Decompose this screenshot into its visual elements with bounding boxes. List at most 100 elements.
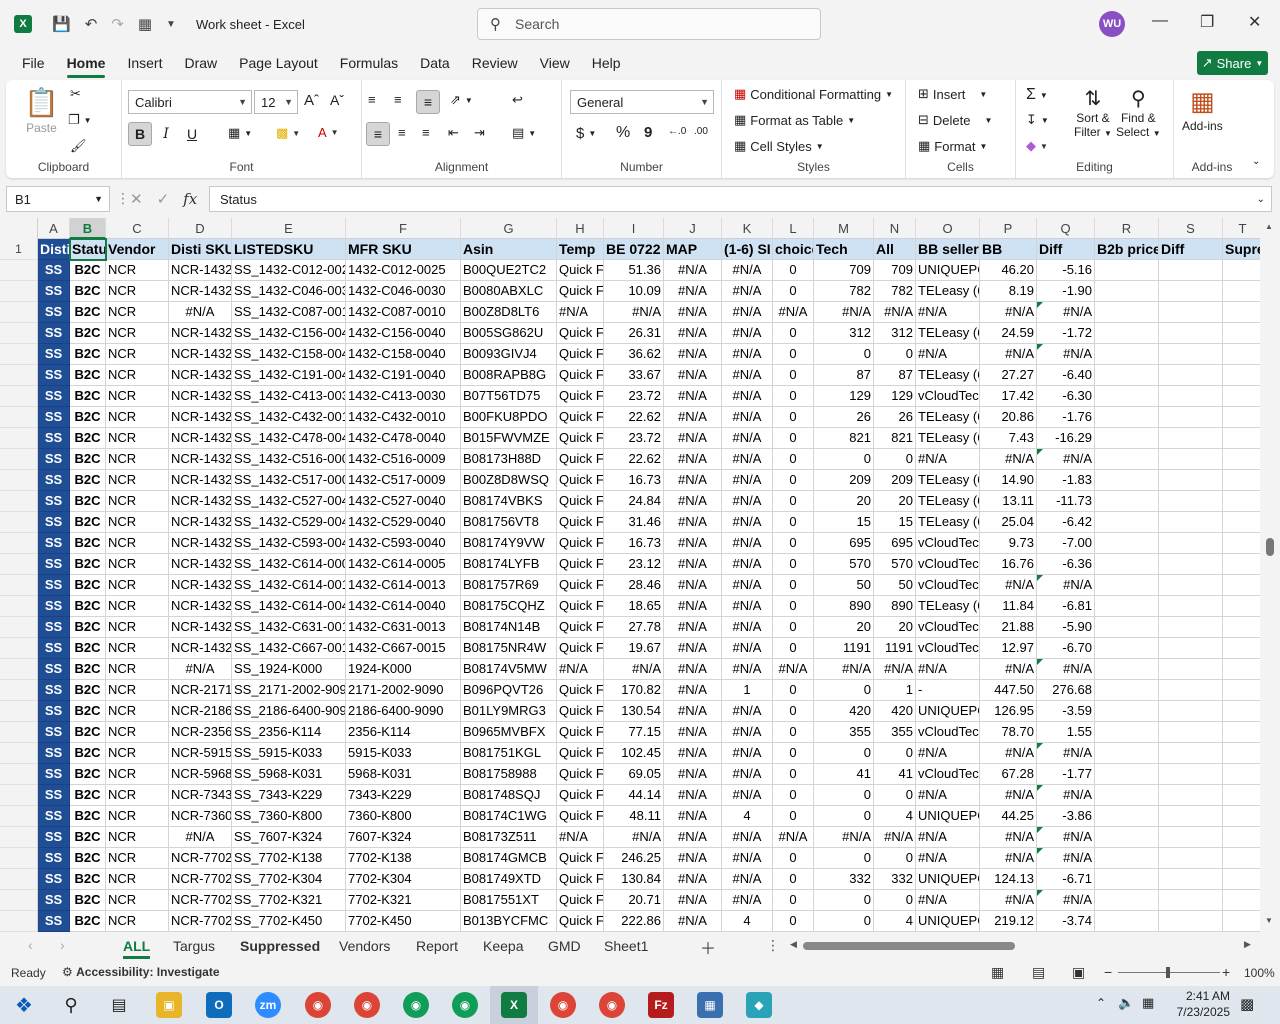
table-cell[interactable]: Quick F	[557, 848, 604, 869]
table-cell[interactable]	[1095, 785, 1159, 806]
undo-icon[interactable]: ↶	[85, 15, 98, 33]
table-cell[interactable]	[1095, 302, 1159, 323]
table-cell[interactable]: 41	[814, 764, 874, 785]
table-cell[interactable]: B2C	[70, 869, 106, 890]
add-sheet-icon[interactable]: ＋	[700, 935, 716, 959]
table-cell[interactable]: 7702-K138	[346, 848, 461, 869]
table-cell[interactable]: Quick F	[557, 449, 604, 470]
table-cell[interactable]: 0	[773, 491, 814, 512]
table-cell[interactable]: 1191	[874, 638, 916, 659]
table-cell[interactable]	[1095, 827, 1159, 848]
table-cell[interactable]: 2186-6400-9090	[346, 701, 461, 722]
table-cell[interactable]: -16.29	[1037, 428, 1095, 449]
table-cell[interactable]: 0	[773, 554, 814, 575]
addins-button[interactable]: ▦ Add-ins	[1182, 86, 1223, 133]
table-cell[interactable]: NCR-1432	[169, 407, 232, 428]
table-cell[interactable]: 1432-C478-0040	[346, 428, 461, 449]
comma-style-button[interactable]: 9	[644, 124, 652, 141]
row-header[interactable]	[0, 365, 38, 386]
table-cell[interactable]: -3.74	[1037, 911, 1095, 932]
avatar[interactable]: WU	[1099, 11, 1125, 37]
table-cell[interactable]: NCR-1432	[169, 323, 232, 344]
table-cell[interactable]: #N/A	[664, 386, 722, 407]
table-cell[interactable]: 209	[814, 470, 874, 491]
table-cell[interactable]: SS_1924-K000	[232, 659, 346, 680]
table-cell[interactable]: Quick F	[557, 722, 604, 743]
table-cell[interactable]: #N/A	[557, 659, 604, 680]
table-cell[interactable]: #N/A	[980, 785, 1037, 806]
table-cell[interactable]: #N/A	[722, 470, 773, 491]
merge-center-icon[interactable]: ▤ ▼	[512, 125, 536, 141]
table-cell[interactable]: SS	[38, 617, 70, 638]
table-cell[interactable]: #N/A	[664, 554, 722, 575]
table-cell[interactable]: Quick F	[557, 344, 604, 365]
row-header[interactable]	[0, 470, 38, 491]
table-cell[interactable]: 23.12	[604, 554, 664, 575]
table-cell[interactable]	[1223, 491, 1263, 512]
table-cell[interactable]: 16.73	[604, 533, 664, 554]
table-cell[interactable]: SS	[38, 806, 70, 827]
table-cell[interactable]	[1095, 869, 1159, 890]
table-cell[interactable]: SS_1432-C529-0040	[232, 512, 346, 533]
table-cell[interactable]: 0	[874, 449, 916, 470]
table-cell[interactable]: SS_1432-C046-0030	[232, 281, 346, 302]
scroll-right-icon[interactable]: ▶	[1244, 939, 1251, 950]
number-format-select[interactable]: General ▼	[570, 90, 714, 114]
table-cell[interactable]: TELeasy (6	[916, 281, 980, 302]
zoom-slider-thumb[interactable]	[1166, 967, 1170, 978]
table-cell[interactable]	[1159, 869, 1223, 890]
table-cell[interactable]: SS	[38, 659, 70, 680]
table-cell[interactable]: B2C	[70, 659, 106, 680]
table-cell[interactable]: 355	[874, 722, 916, 743]
table-cell[interactable]: 2356-K114	[346, 722, 461, 743]
column-header-p[interactable]: P	[980, 218, 1037, 239]
table-cell[interactable]: 33.67	[604, 365, 664, 386]
insert-function-button[interactable]: fx	[183, 190, 197, 208]
table-cell[interactable]: #N/A	[664, 302, 722, 323]
header-cell[interactable]: All	[874, 239, 916, 260]
sheet-tab-all[interactable]: ALL	[123, 935, 151, 959]
borders-icon[interactable]: ▦ ▼	[228, 125, 252, 141]
table-cell[interactable]: SS	[38, 407, 70, 428]
table-cell[interactable]: 0	[773, 890, 814, 911]
wrap-text-icon[interactable]: ↩	[512, 92, 523, 108]
table-cell[interactable]: SS_7702-K321	[232, 890, 346, 911]
table-cell[interactable]: 4	[722, 911, 773, 932]
table-cell[interactable]	[1159, 554, 1223, 575]
table-cell[interactable]: 1.55	[1037, 722, 1095, 743]
table-cell[interactable]: #N/A	[664, 764, 722, 785]
enter-icon[interactable]: ✓	[157, 190, 170, 208]
table-cell[interactable]: #N/A	[722, 848, 773, 869]
table-cell[interactable]: B00Z8D8LT6	[461, 302, 557, 323]
table-cell[interactable]: 209	[874, 470, 916, 491]
table-cell[interactable]	[1095, 743, 1159, 764]
table-cell[interactable]: 0	[814, 449, 874, 470]
table-cell[interactable]: #N/A	[664, 365, 722, 386]
table-cell[interactable]: #N/A	[722, 491, 773, 512]
table-cell[interactable]: 312	[814, 323, 874, 344]
table-cell[interactable]: SS	[38, 533, 70, 554]
table-cell[interactable]: NCR	[106, 491, 169, 512]
table-cell[interactable]: B01LY9MRG3	[461, 701, 557, 722]
table-cell[interactable]	[1159, 638, 1223, 659]
table-cell[interactable]: 22.62	[604, 407, 664, 428]
table-cell[interactable]	[1223, 848, 1263, 869]
table-cell[interactable]: 0	[773, 407, 814, 428]
table-cell[interactable]: TELeasy (6	[916, 596, 980, 617]
table-cell[interactable]: 130.54	[604, 701, 664, 722]
table-cell[interactable]: NCR-1432	[169, 533, 232, 554]
table-cell[interactable]: SS	[38, 743, 70, 764]
table-cell[interactable]: 0	[773, 260, 814, 281]
table-cell[interactable]: 709	[814, 260, 874, 281]
table-cell[interactable]: NCR-7360	[169, 806, 232, 827]
table-cell[interactable]: B2C	[70, 554, 106, 575]
table-cell[interactable]	[1095, 281, 1159, 302]
chrome-icon[interactable]: ◉	[452, 992, 478, 1018]
calculator-icon[interactable]: ▦	[138, 15, 152, 33]
table-cell[interactable]: UNIQUEPC	[916, 911, 980, 932]
align-center-icon[interactable]: ≡	[398, 125, 406, 140]
table-cell[interactable]: SS_1432-C516-0009	[232, 449, 346, 470]
vertical-scrollbar[interactable]: ▲ ▼	[1260, 218, 1280, 932]
column-header-r[interactable]: R	[1095, 218, 1159, 239]
table-cell[interactable]: 782	[874, 281, 916, 302]
